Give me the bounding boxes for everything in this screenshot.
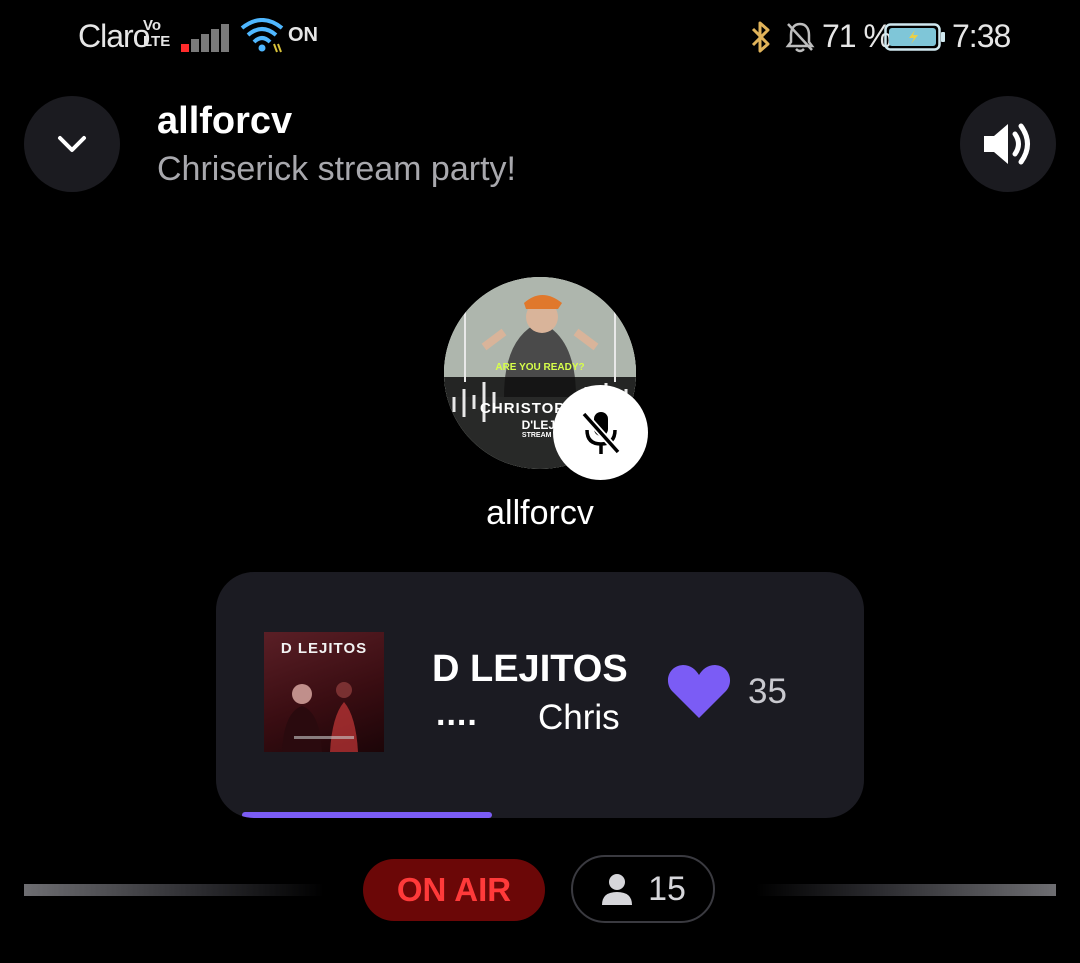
- listener-count-pill[interactable]: 15: [571, 855, 715, 923]
- track-progress: [242, 812, 838, 818]
- now-playing-card[interactable]: D LEJITOS D LEJITOS .... Chris 35: [216, 572, 864, 818]
- like-count: 35: [748, 672, 787, 711]
- volte-top: Vo: [143, 17, 162, 34]
- volte-bottom: LTE: [143, 33, 171, 50]
- mic-off-icon: [580, 411, 621, 454]
- track-title: D LEJITOS: [432, 648, 628, 690]
- wifi-icon: [240, 18, 284, 53]
- track-artist: Chris: [538, 698, 620, 737]
- on-air-badge: ON AIR: [363, 859, 545, 921]
- divider-left: [24, 884, 324, 896]
- album-art: D LEJITOS: [264, 632, 384, 752]
- volume-button[interactable]: [960, 96, 1056, 192]
- divider-right: [756, 884, 1056, 896]
- listener-count: 15: [648, 869, 686, 908]
- collapse-button[interactable]: [24, 96, 120, 192]
- chevron-down-icon: [58, 136, 86, 152]
- battery-percent: 71 %: [822, 18, 892, 54]
- carrier-name: Claro: [78, 18, 150, 54]
- room-title: Chriserick stream party!: [157, 150, 516, 188]
- signal-icon: [181, 24, 229, 52]
- volume-icon: [984, 123, 1030, 165]
- bell-off-icon: [785, 22, 815, 53]
- volte-indicator: Vo LTE: [143, 18, 170, 50]
- status-bar: Claro Vo LTE ON 71 % 7:38: [0, 0, 1080, 76]
- data-on-indicator: ON: [288, 24, 318, 46]
- bluetooth-icon: [751, 21, 770, 53]
- mic-muted-badge: [553, 385, 648, 480]
- avatar-poster-line-1: ARE YOU READY?: [495, 362, 585, 373]
- track-progress-fill: [242, 812, 493, 818]
- battery-charging-icon: [884, 23, 945, 51]
- heart-icon[interactable]: [666, 660, 732, 720]
- track-title-overflow: ....: [436, 695, 478, 733]
- speaker-name: allforcv: [486, 494, 594, 532]
- clock: 7:38: [952, 18, 1011, 54]
- person-icon: [602, 874, 633, 905]
- room-host-name: allforcv: [157, 100, 293, 142]
